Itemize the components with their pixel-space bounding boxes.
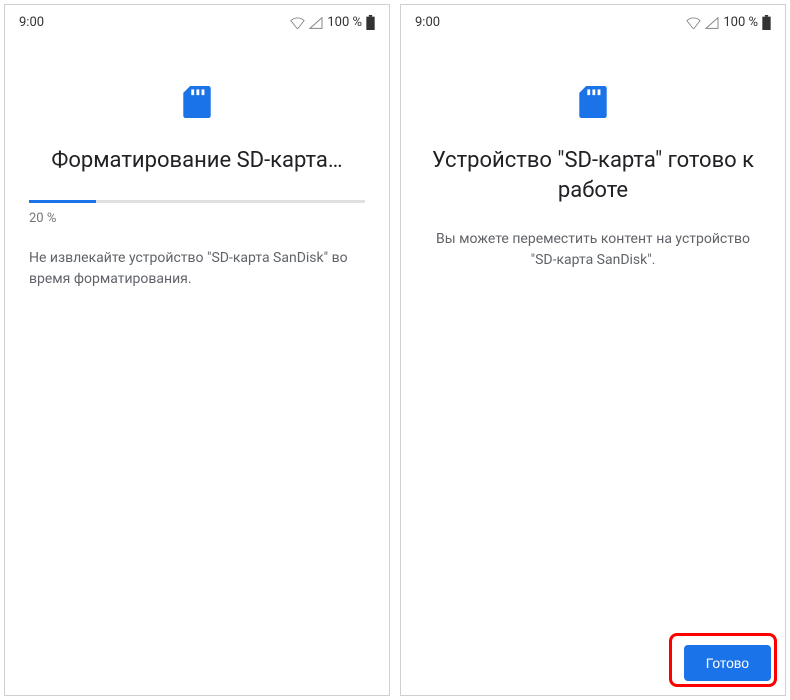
done-button[interactable]: Готово [684, 645, 771, 681]
wifi-icon [686, 17, 701, 29]
progress-percent-label: 20 % [29, 211, 365, 226]
status-bar: 9:00 100 % [401, 5, 785, 36]
cell-signal-icon [705, 17, 719, 29]
progress-fill [29, 200, 96, 203]
phone-screen-ready: 9:00 100 % Устройство "SD-карта" готово … [400, 4, 786, 696]
wifi-icon [290, 17, 305, 29]
sd-card-icon [579, 86, 607, 118]
status-right: 100 % [686, 15, 771, 30]
progress-bar [29, 200, 365, 203]
content-area: Устройство "SD-карта" готово к работе Вы… [401, 36, 785, 695]
battery-percent: 100 % [327, 15, 362, 30]
page-title: Устройство "SD-карта" готово к работе [425, 146, 761, 205]
sd-card-icon [183, 86, 211, 118]
status-right: 100 % [290, 15, 375, 30]
phone-screen-formatting: 9:00 100 % Форматирование SD-карта… [4, 4, 390, 696]
battery-percent: 100 % [723, 15, 758, 30]
status-bar: 9:00 100 % [5, 5, 389, 36]
battery-icon [366, 15, 375, 30]
status-time: 9:00 [19, 15, 44, 30]
description-text: Не извлекайте устройство "SD-карта SanDi… [29, 248, 365, 290]
description-text: Вы можете переместить контент на устройс… [425, 229, 761, 271]
cell-signal-icon [309, 17, 323, 29]
status-time: 9:00 [415, 15, 440, 30]
content-area: Форматирование SD-карта… 20 % Не извлека… [5, 36, 389, 695]
page-title: Форматирование SD-карта… [29, 146, 365, 176]
button-row: Готово [684, 645, 771, 681]
battery-icon [762, 15, 771, 30]
